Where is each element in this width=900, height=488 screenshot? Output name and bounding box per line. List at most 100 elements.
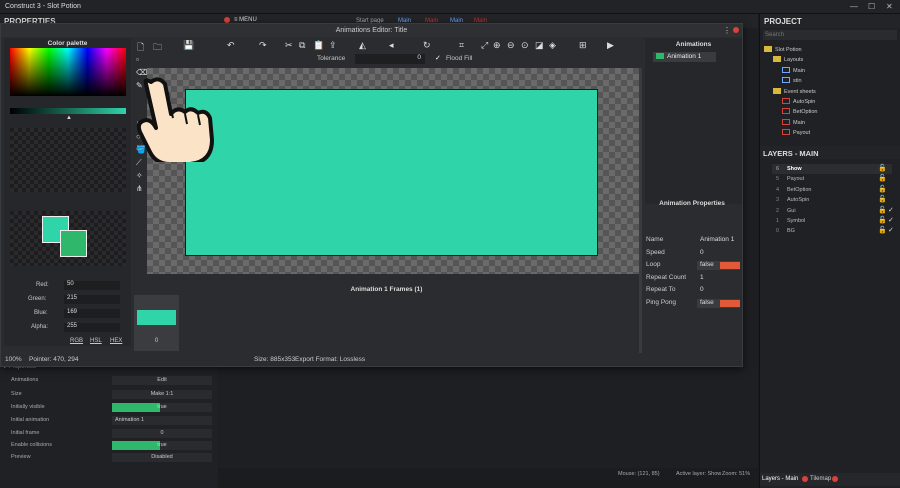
project-tree-item[interactable]: Main bbox=[782, 118, 805, 129]
property-value[interactable]: true bbox=[112, 403, 212, 412]
toggle-bar bbox=[720, 262, 740, 270]
property-label: Initial animation bbox=[11, 417, 50, 423]
tolerance-input[interactable]: 0 bbox=[355, 54, 425, 64]
project-tree-item[interactable]: Event sheets bbox=[773, 87, 816, 98]
layer-row[interactable]: 1 Symbol 🔓 ✓ bbox=[772, 216, 894, 226]
project-tree-item[interactable]: stin bbox=[782, 77, 802, 87]
origin-tool-icon[interactable]: ✧ bbox=[136, 171, 143, 180]
animation-item[interactable]: Animation 1 bbox=[653, 52, 716, 62]
anim-prop-value[interactable]: 0 bbox=[697, 249, 740, 258]
property-value[interactable]: true bbox=[112, 441, 212, 450]
rotate-cw-icon[interactable]: ↻ bbox=[423, 40, 431, 51]
project-tree-item[interactable]: Layouts bbox=[773, 56, 803, 66]
image-content[interactable] bbox=[185, 89, 598, 256]
layers-title: LAYERS - MAIN bbox=[760, 146, 900, 159]
project-tree-item[interactable]: Payout bbox=[782, 129, 810, 139]
project-tree-item[interactable]: Main bbox=[782, 66, 805, 77]
copy-icon[interactable]: ⧉ bbox=[299, 40, 305, 51]
layer-number: 6 bbox=[776, 166, 780, 172]
layer-row[interactable]: 6 Show 🔓 bbox=[772, 164, 892, 174]
property-value-text: 0 bbox=[160, 430, 164, 436]
frame-image bbox=[137, 310, 176, 325]
save-icon[interactable]: 💾 bbox=[183, 40, 194, 51]
property-value[interactable]: 0 bbox=[112, 429, 212, 438]
anim-prop-value[interactable]: false bbox=[697, 299, 740, 308]
zoom-in-icon[interactable]: ⊕ bbox=[493, 40, 501, 51]
undo-icon[interactable]: ↶ bbox=[227, 40, 235, 51]
minimize-icon[interactable]: — bbox=[850, 2, 858, 11]
project-tree-item[interactable]: BetOption bbox=[782, 108, 817, 118]
red-field[interactable]: 50 bbox=[64, 281, 120, 290]
image-canvas[interactable] bbox=[147, 68, 640, 274]
event-icon bbox=[782, 98, 790, 104]
export-icon[interactable]: ⇪ bbox=[329, 40, 337, 51]
select-tool-icon[interactable]: ▫ bbox=[136, 55, 139, 64]
anim-prop-value[interactable]: Animation 1 bbox=[697, 236, 740, 245]
rgb-toggle[interactable]: RGB bbox=[70, 338, 83, 344]
anim-prop-value[interactable]: 1 bbox=[697, 274, 740, 283]
tool-options-bar: Tolerance 0 ✓ Flood Fill bbox=[147, 54, 641, 66]
anim-prop-label: Loop bbox=[646, 261, 661, 269]
secondary-swatch[interactable] bbox=[60, 230, 87, 257]
project-panel: PROJECT Search bbox=[759, 14, 900, 488]
project-tree-item[interactable]: Slot Potion bbox=[764, 46, 802, 56]
lock-icon[interactable]: 🔓 bbox=[878, 226, 887, 234]
property-value[interactable]: Disabled bbox=[112, 453, 212, 462]
green-field[interactable]: 215 bbox=[64, 295, 120, 304]
close-dialog-icon[interactable] bbox=[733, 27, 739, 35]
swatch-grid[interactable] bbox=[10, 128, 126, 192]
project-search-input[interactable]: Search bbox=[763, 30, 897, 40]
layer-row[interactable]: 0 BG 🔓 ✓ bbox=[772, 226, 894, 236]
redo-icon[interactable]: ↷ bbox=[259, 40, 267, 51]
lock-icon[interactable]: 🔓 bbox=[878, 206, 887, 214]
blue-label: Blue: bbox=[34, 310, 48, 316]
grid-icon[interactable]: ⊞ bbox=[579, 40, 587, 51]
resize-icon[interactable]: ⤢ bbox=[481, 40, 488, 51]
zoom-reset-icon[interactable]: ⊙ bbox=[521, 40, 529, 51]
visible-check-icon[interactable]: ✓ bbox=[888, 216, 894, 224]
visible-check-icon[interactable]: ✓ bbox=[888, 206, 894, 214]
layer-row[interactable]: 4 BetOption 🔓 bbox=[772, 185, 892, 195]
paste-icon[interactable]: 📋 bbox=[313, 40, 324, 51]
crop-icon[interactable]: ⌗ bbox=[459, 40, 464, 51]
layer-row[interactable]: 5 Payout 🔓 bbox=[772, 174, 892, 184]
tab-tilemap[interactable]: Tilemap bbox=[810, 476, 831, 482]
flip-icon[interactable]: ◂ bbox=[389, 40, 394, 51]
blue-field[interactable]: 169 bbox=[64, 309, 120, 318]
layer-row[interactable]: 3 AutoSpin 🔓 bbox=[772, 195, 892, 205]
hsl-toggle[interactable]: HSL bbox=[90, 338, 102, 344]
maximize-icon[interactable]: ☐ bbox=[868, 2, 875, 11]
frame-thumb[interactable]: 0 bbox=[134, 295, 179, 351]
lock-icon[interactable]: 🔓 bbox=[878, 216, 887, 224]
cut-icon[interactable]: ✂ bbox=[285, 40, 293, 51]
flood-fill-checkbox[interactable]: ✓ bbox=[435, 54, 441, 62]
layer-row[interactable]: 2 Gui 🔓 ✓ bbox=[772, 206, 894, 216]
color-spectrum[interactable] bbox=[10, 48, 126, 96]
tab-layers-main[interactable]: Layers - Main bbox=[762, 476, 798, 482]
property-value[interactable]: Edit bbox=[112, 376, 212, 385]
close-icon[interactable]: ✕ bbox=[886, 2, 893, 11]
animation-thumb-icon bbox=[656, 53, 664, 59]
lock-icon[interactable]: 🔓 bbox=[878, 164, 887, 172]
mirror-icon[interactable]: ◭ bbox=[359, 40, 366, 51]
layers-icon[interactable]: ◈ bbox=[549, 40, 556, 51]
slider-handle-icon[interactable]: ▲ bbox=[66, 115, 72, 121]
anim-prop-value[interactable]: false bbox=[697, 261, 740, 271]
project-tree-item[interactable]: AutoSpin bbox=[782, 98, 815, 108]
property-value[interactable]: Make 1:1 bbox=[112, 390, 212, 399]
alpha-field[interactable]: 255 bbox=[64, 323, 120, 332]
lock-icon[interactable]: 🔓 bbox=[878, 185, 887, 193]
lock-icon[interactable]: 🔓 bbox=[878, 174, 887, 182]
play-icon[interactable]: ▶ bbox=[607, 40, 614, 51]
zoom-out-icon[interactable]: ⊖ bbox=[507, 40, 515, 51]
transparency-icon[interactable]: ◪ bbox=[535, 40, 544, 51]
anim-prop-value[interactable]: 0 bbox=[697, 286, 740, 295]
image-points-tool-icon[interactable]: ⋔ bbox=[136, 184, 143, 193]
hex-toggle[interactable]: HEX bbox=[110, 338, 122, 344]
brightness-slider[interactable] bbox=[10, 108, 126, 114]
lock-icon[interactable]: 🔓 bbox=[878, 195, 887, 203]
property-value[interactable]: Animation 1 bbox=[112, 416, 212, 425]
more-options-icon[interactable]: ⋮ bbox=[723, 26, 731, 35]
visible-check-icon[interactable]: ✓ bbox=[888, 226, 894, 234]
props-scrollbar[interactable] bbox=[639, 68, 642, 353]
